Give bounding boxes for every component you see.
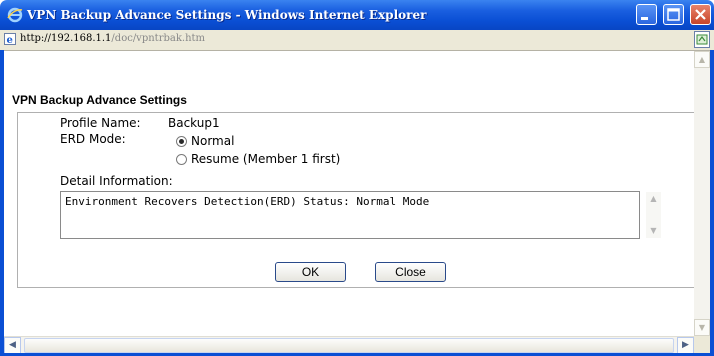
internet-explorer-icon: [7, 7, 23, 23]
compatibility-icon[interactable]: [694, 31, 710, 48]
address-bar[interactable]: e http://192.168.1.1/doc/vpntrbak.htm: [0, 30, 714, 51]
page-horizontal-scrollbar[interactable]: ◀ ▶: [4, 336, 694, 354]
maximize-button[interactable]: [663, 4, 684, 25]
window-title: VPN Backup Advance Settings - Windows In…: [27, 8, 427, 22]
scroll-down-icon[interactable]: ▼: [646, 224, 661, 238]
ok-button[interactable]: OK: [275, 262, 346, 282]
scrollbar-corner: [694, 336, 710, 353]
scroll-up-icon[interactable]: ▲: [646, 192, 661, 206]
window-border-right: [710, 50, 714, 356]
page-vertical-scrollbar[interactable]: ▲ ▼: [694, 51, 710, 336]
address-url[interactable]: http://192.168.1.1/doc/vpntrbak.htm: [20, 33, 205, 44]
horizontal-scroll-thumb[interactable]: [24, 338, 674, 353]
detail-information-label: Detail Information:: [60, 174, 173, 188]
settings-panel: Profile Name: Backup1 ERD Mode: Normal R…: [17, 112, 695, 288]
page-heading: VPN Backup Advance Settings: [12, 93, 187, 107]
erd-normal-label[interactable]: Normal: [191, 134, 234, 148]
close-button[interactable]: Close: [375, 262, 446, 282]
detail-scrollbar[interactable]: ▲ ▼: [646, 192, 661, 238]
address-host: http://192.168.1.1: [20, 33, 112, 44]
page-content: VPN Backup Advance Settings Profile Name…: [4, 51, 695, 336]
detail-information-textarea[interactable]: Environment Recovers Detection(ERD) Stat…: [60, 191, 640, 239]
erd-mode-label: ERD Mode:: [60, 132, 126, 146]
erd-resume-radio[interactable]: [176, 154, 187, 165]
profile-name-value: Backup1: [168, 116, 220, 130]
maximize-icon: [667, 8, 680, 21]
scroll-left-icon[interactable]: ◀: [4, 337, 21, 354]
address-path: /doc/vpntrbak.htm: [111, 33, 206, 44]
erd-normal-radio[interactable]: [176, 136, 187, 147]
minimize-button[interactable]: [636, 4, 657, 25]
close-icon: [695, 9, 706, 20]
scroll-down-icon[interactable]: ▼: [694, 319, 710, 336]
detail-information-text: Environment Recovers Detection(ERD) Stat…: [65, 195, 430, 208]
close-window-button[interactable]: [690, 4, 711, 25]
svg-text:e: e: [7, 35, 13, 45]
erd-resume-label[interactable]: Resume (Member 1 first): [191, 152, 340, 166]
scroll-right-icon[interactable]: ▶: [677, 337, 694, 354]
scroll-up-icon[interactable]: ▲: [694, 51, 710, 68]
minimize-icon: [641, 17, 648, 20]
window-titlebar: VPN Backup Advance Settings - Windows In…: [0, 0, 714, 30]
page-icon: e: [4, 33, 16, 45]
profile-name-label: Profile Name:: [60, 116, 141, 130]
